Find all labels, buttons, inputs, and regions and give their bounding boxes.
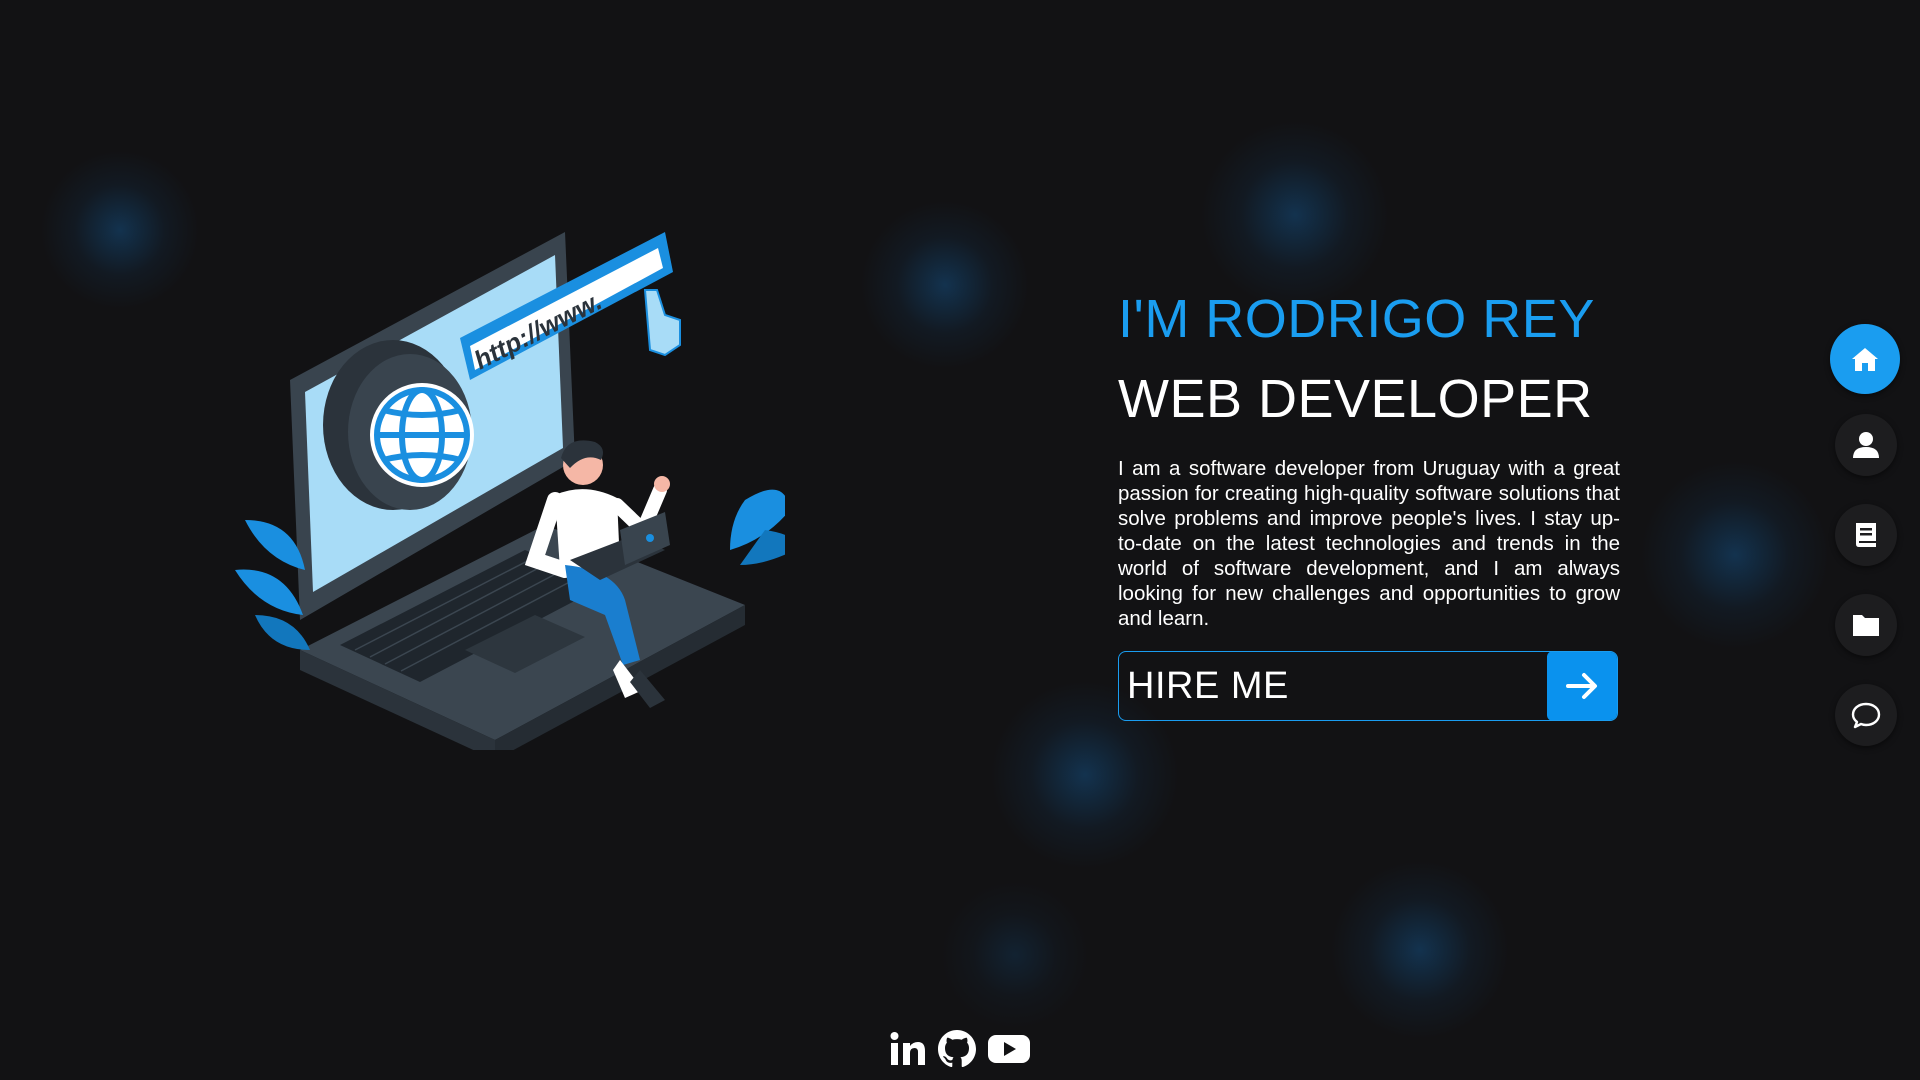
page: http://www. I'M RODRIGO REY WEB DEVELOPE… <box>0 0 1920 1080</box>
hero-greeting: I'M RODRIGO REY <box>1118 289 1595 349</box>
laptop-developer-illustration: http://www. <box>235 232 785 750</box>
nav-resume-button[interactable] <box>1835 504 1897 566</box>
background-glow <box>940 880 1090 1030</box>
user-icon <box>1853 432 1879 458</box>
arrow-right-icon[interactable] <box>1547 652 1617 720</box>
github-icon <box>938 1030 976 1068</box>
background-glow <box>1640 460 1830 650</box>
nav-home-button[interactable] <box>1830 324 1900 394</box>
github-link[interactable] <box>936 1028 978 1070</box>
home-icon <box>1852 348 1878 371</box>
hire-me-button[interactable]: HIRE ME <box>1118 651 1618 721</box>
nav-about-button[interactable] <box>1835 414 1897 476</box>
background-glow <box>40 150 200 310</box>
nav-contact-button[interactable] <box>1835 684 1897 746</box>
side-nav <box>1830 324 1900 774</box>
youtube-link[interactable] <box>986 1029 1032 1069</box>
background-glow <box>1330 860 1510 1040</box>
hire-me-label: HIRE ME <box>1127 664 1289 707</box>
folder-icon <box>1853 615 1879 636</box>
hero-section: I'M RODRIGO REY WEB DEVELOPER I am a sof… <box>1118 292 1620 721</box>
book-icon <box>1856 523 1876 547</box>
background-glow <box>1200 120 1390 310</box>
youtube-icon <box>988 1035 1030 1063</box>
linkedin-icon <box>890 1032 925 1065</box>
linkedin-link[interactable] <box>888 1029 928 1069</box>
chat-icon <box>1851 702 1881 729</box>
social-links <box>888 1028 1032 1070</box>
hero-bio: I am a software developer from Uruguay w… <box>1118 457 1620 630</box>
nav-portfolio-button[interactable] <box>1835 594 1897 656</box>
background-glow <box>860 200 1030 370</box>
hero-role: WEB DEVELOPER <box>1118 369 1593 429</box>
